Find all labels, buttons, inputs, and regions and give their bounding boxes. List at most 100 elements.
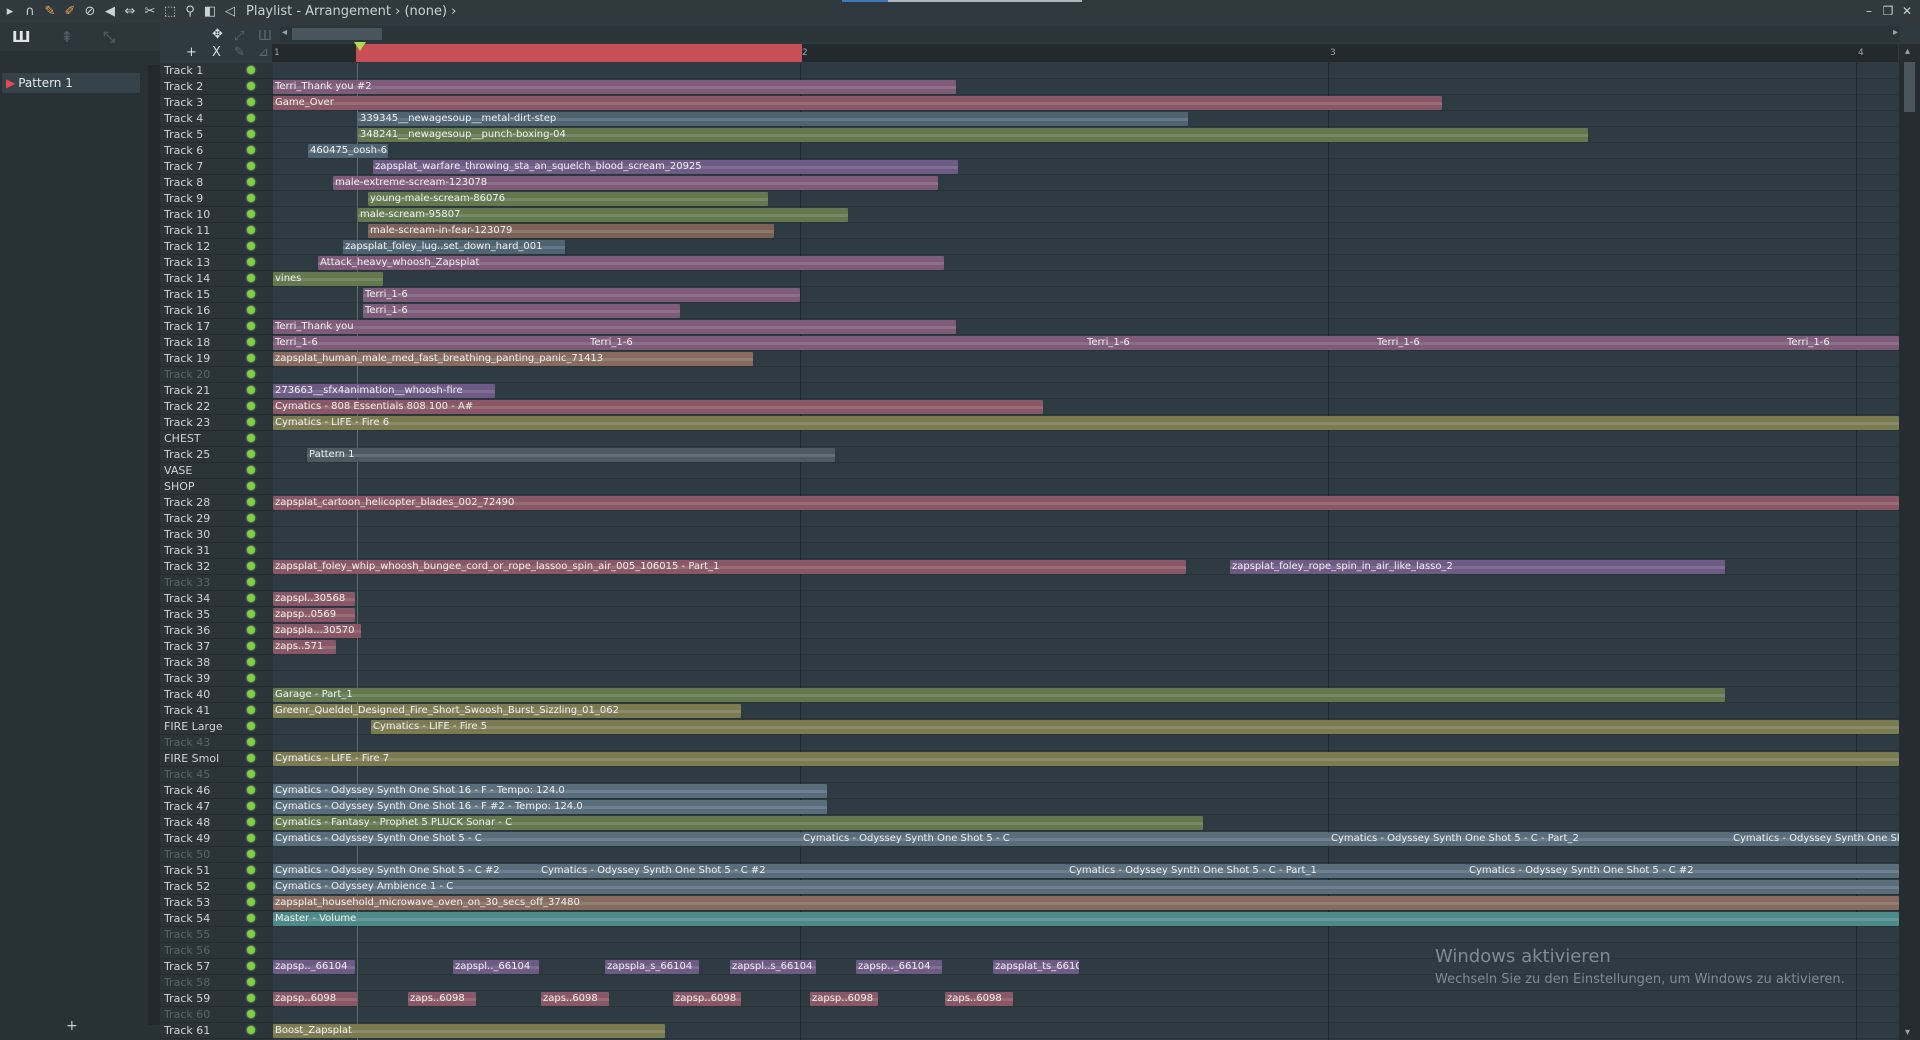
track-mute-led-icon[interactable] bbox=[247, 642, 255, 650]
playlist-clip[interactable]: Cymatics - LIFE - Fire 6 bbox=[273, 416, 1899, 430]
playlist-clip[interactable]: zapspla...30570 bbox=[273, 624, 361, 638]
track-header[interactable]: Track 21 bbox=[160, 383, 273, 399]
playlist-clip[interactable]: zapsp..6098 bbox=[273, 992, 357, 1006]
slip-tool-icon[interactable]: ⇔ bbox=[122, 4, 138, 20]
paint-tool-icon[interactable]: ✐ bbox=[62, 4, 78, 20]
playlist-clip[interactable]: Cymatics - Odyssey Synth One Shot 5 - C … bbox=[1467, 864, 1899, 878]
playlist-clip[interactable]: zapsp.._66104 bbox=[856, 960, 942, 974]
track-mute-led-icon[interactable] bbox=[247, 626, 255, 634]
playlist-clip[interactable]: zapsplat_ts_66104 bbox=[993, 960, 1079, 974]
track-mute-led-icon[interactable] bbox=[247, 930, 255, 938]
track-header[interactable]: Track 9 bbox=[160, 191, 273, 207]
pencil-tool-icon[interactable]: ✎ bbox=[42, 4, 58, 20]
track-header[interactable]: Track 25 bbox=[160, 447, 273, 463]
close-icon[interactable]: ✕ bbox=[1898, 2, 1916, 20]
track-mute-led-icon[interactable] bbox=[247, 466, 255, 474]
picker-scrollbar[interactable] bbox=[148, 65, 160, 1025]
track-mute-led-icon[interactable] bbox=[247, 802, 255, 810]
playlist-clip[interactable]: Cymatics - Odyssey Synth One Shot 5 - C bbox=[1731, 832, 1899, 846]
track-mute-led-icon[interactable] bbox=[247, 274, 255, 282]
track-header[interactable]: VASE bbox=[160, 463, 273, 479]
vertical-scrollbar-thumb[interactable] bbox=[1904, 62, 1915, 112]
track-header[interactable]: Track 6 bbox=[160, 143, 273, 159]
playlist-clip[interactable]: Terri_1-6 bbox=[363, 304, 680, 318]
scroll-left-icon[interactable]: ◂ bbox=[282, 27, 287, 38]
playlist-clip[interactable]: zapspl.._66104 bbox=[453, 960, 539, 974]
timeline-ruler[interactable]: 1 2 3 4 bbox=[272, 42, 1898, 62]
playlist-clip[interactable]: zapsplat_warfare_throwing_sta_an_squelch… bbox=[373, 160, 958, 174]
track-mute-led-icon[interactable] bbox=[247, 66, 255, 74]
overview-thumb[interactable] bbox=[292, 28, 382, 40]
add-button[interactable]: + bbox=[66, 1018, 78, 1034]
track-header[interactable]: Track 16 bbox=[160, 303, 273, 319]
playlist-clip[interactable]: Garage - Part_1 bbox=[273, 688, 1725, 702]
playlist-clip[interactable]: 273663__sfx4animation__whoosh-fire bbox=[273, 384, 495, 398]
playlist-clip[interactable]: zapsp..6098 bbox=[673, 992, 741, 1006]
track-header[interactable]: Track 19 bbox=[160, 351, 273, 367]
track-header[interactable]: Track 32 bbox=[160, 559, 273, 575]
scroll-right-icon[interactable]: ▸ bbox=[1893, 27, 1898, 38]
vertical-scrollbar[interactable]: ▴ ▾ bbox=[1899, 44, 1920, 1040]
track-mute-led-icon[interactable] bbox=[247, 258, 255, 266]
playlist-clip[interactable]: zapsp.._66104 bbox=[273, 960, 355, 974]
zoom-tool-icon[interactable]: ⚲ bbox=[182, 4, 198, 20]
track-header[interactable]: Track 49 bbox=[160, 831, 273, 847]
track-header[interactable]: FIRE Large bbox=[160, 719, 273, 735]
track-mute-led-icon[interactable] bbox=[247, 482, 255, 490]
playlist-clip[interactable]: Cymatics - Odyssey Synth One Shot 5 - C … bbox=[1067, 864, 1467, 878]
track-mute-led-icon[interactable] bbox=[247, 674, 255, 682]
track-mute-led-icon[interactable] bbox=[247, 946, 255, 954]
track-header[interactable]: Track 3 bbox=[160, 95, 273, 111]
track-mute-led-icon[interactable] bbox=[247, 370, 255, 378]
track-mute-led-icon[interactable] bbox=[247, 242, 255, 250]
playlist-clip[interactable]: Cymatics - LIFE - Fire 7 bbox=[273, 752, 1899, 766]
picker-mode-button[interactable]: Ш bbox=[12, 28, 31, 46]
playlist-clip[interactable]: vines bbox=[273, 272, 383, 286]
track-header[interactable]: Track 57 bbox=[160, 959, 273, 975]
playlist-clip[interactable]: Boost_Zapsplat bbox=[273, 1024, 665, 1038]
track-header[interactable]: Track 1 bbox=[160, 63, 273, 79]
track-mute-led-icon[interactable] bbox=[247, 690, 255, 698]
playlist-clip[interactable]: zapspl..s_66104 bbox=[730, 960, 816, 974]
magnet-snap-icon[interactable]: ∩ bbox=[22, 4, 38, 20]
track-mute-led-icon[interactable] bbox=[247, 786, 255, 794]
playlist-clip[interactable]: Cymatics - Odyssey Synth One Shot 5 - C … bbox=[273, 864, 539, 878]
playlist-clip[interactable]: Terri_1-6 bbox=[1785, 336, 1899, 350]
track-header[interactable]: Track 61 bbox=[160, 1023, 273, 1039]
track-mute-led-icon[interactable] bbox=[247, 354, 255, 362]
track-header[interactable]: Track 37 bbox=[160, 639, 273, 655]
restore-icon[interactable]: ❐ bbox=[1879, 2, 1897, 20]
pin-icon[interactable]: ⊿ bbox=[258, 45, 269, 60]
track-mute-led-icon[interactable] bbox=[247, 530, 255, 538]
track-header[interactable]: Track 53 bbox=[160, 895, 273, 911]
track-mute-led-icon[interactable] bbox=[247, 338, 255, 346]
track-header[interactable]: Track 23 bbox=[160, 415, 273, 431]
playlist-clip[interactable]: Game_Over bbox=[273, 96, 1442, 110]
track-mute-led-icon[interactable] bbox=[247, 402, 255, 410]
minimize-icon[interactable]: – bbox=[1860, 2, 1878, 20]
close-track-button[interactable]: X bbox=[212, 45, 221, 60]
track-mute-led-icon[interactable] bbox=[247, 194, 255, 202]
track-header[interactable]: Track 28 bbox=[160, 495, 273, 511]
edit-icon[interactable]: ✎ bbox=[234, 45, 245, 60]
arrangement-overview-scrollbar[interactable]: ◂ ▸ bbox=[280, 26, 1900, 42]
track-mute-led-icon[interactable] bbox=[247, 770, 255, 778]
playlist-clip[interactable]: zapsplat_human_male_med_fast_breathing_p… bbox=[273, 352, 753, 366]
track-mute-led-icon[interactable] bbox=[247, 290, 255, 298]
track-header[interactable]: Track 11 bbox=[160, 223, 273, 239]
track-header[interactable]: Track 22 bbox=[160, 399, 273, 415]
picker-item-pattern-1[interactable]: ▶ Pattern 1 bbox=[2, 73, 140, 93]
track-header[interactable]: Track 36 bbox=[160, 623, 273, 639]
playlist-clip[interactable]: male-scream-95807 bbox=[358, 208, 848, 222]
track-header[interactable]: Track 50 bbox=[160, 847, 273, 863]
track-header[interactable]: Track 48 bbox=[160, 815, 273, 831]
playlist-grid[interactable]: Terri_Thank you #2 Game_Over 339345__newag… bbox=[273, 63, 1899, 1040]
track-header[interactable]: Track 38 bbox=[160, 655, 273, 671]
track-mute-led-icon[interactable] bbox=[247, 898, 255, 906]
track-header[interactable]: Track 15 bbox=[160, 287, 273, 303]
picker-tool-icon[interactable]: ⇞ bbox=[61, 28, 74, 46]
track-header[interactable]: Track 7 bbox=[160, 159, 273, 175]
track-header[interactable]: Track 59 bbox=[160, 991, 273, 1007]
add-track-button[interactable]: + bbox=[186, 45, 197, 60]
track-mute-led-icon[interactable] bbox=[247, 658, 255, 666]
